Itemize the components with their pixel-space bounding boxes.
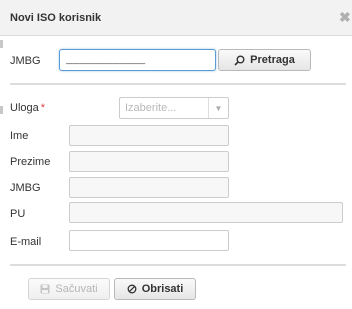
save-icon	[40, 284, 50, 294]
save-button[interactable]: Sačuvati	[28, 278, 110, 300]
divider-top	[10, 83, 346, 85]
role-label: Uloga *	[10, 102, 45, 114]
last-name-field[interactable]	[69, 151, 229, 172]
role-select-placeholder: Izaberite...	[125, 102, 177, 114]
role-label-text: Uloga	[10, 102, 39, 114]
jmbg-label: JMBG	[10, 182, 41, 194]
first-name-label: Ime	[10, 130, 29, 142]
jmbg-search-label: JMBG	[10, 55, 41, 67]
new-iso-user-dialog: Novi ISO korisnik ✖ JMBG ____________ Pr…	[0, 0, 352, 309]
divider-bottom	[10, 264, 346, 266]
last-name-label: Prezime	[10, 156, 51, 168]
email-label: E-mail	[10, 236, 42, 248]
background-edge	[0, 40, 3, 48]
close-icon[interactable]: ✖	[339, 9, 351, 26]
dialog-title: Novi ISO korisnik	[10, 12, 102, 24]
save-button-label: Sačuvati	[55, 283, 98, 295]
chevron-down-icon[interactable]: ▼	[208, 98, 228, 118]
search-button[interactable]: Pretraga	[218, 49, 311, 71]
cancel-icon	[127, 284, 137, 294]
delete-button[interactable]: Obrisati	[114, 278, 196, 300]
background-edge	[0, 106, 3, 114]
email-field[interactable]	[69, 230, 229, 251]
search-icon	[234, 55, 245, 66]
pu-label: PU	[10, 208, 26, 220]
role-select[interactable]: Izaberite... ▼	[119, 97, 229, 119]
jmbg-search-input[interactable]: ____________	[59, 49, 216, 71]
first-name-field[interactable]	[69, 125, 229, 146]
jmbg-field[interactable]	[69, 177, 229, 198]
required-mark: *	[40, 102, 46, 114]
dialog-titlebar[interactable]: Novi ISO korisnik ✖	[0, 0, 352, 36]
search-button-label: Pretraga	[250, 54, 295, 66]
delete-button-label: Obrisati	[141, 283, 184, 295]
pu-field[interactable]	[69, 202, 343, 223]
